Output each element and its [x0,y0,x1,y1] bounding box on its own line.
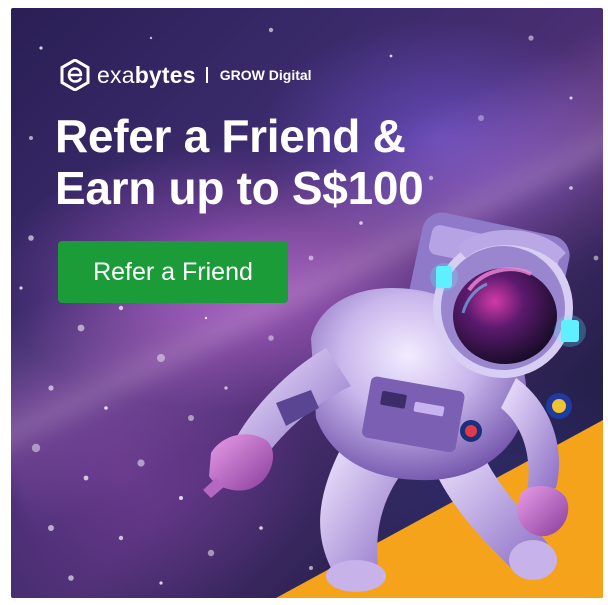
headline-line-2: Earn up to S$100 [55,162,424,214]
brand-divider [205,67,208,83]
exabytes-logo-icon [60,59,90,91]
brand-logo: exabytes GROW Digital [59,58,312,92]
headline-line-1: Refer a Friend & [55,110,406,162]
brand-name: exabytes [97,62,196,89]
brand-name-bold: bytes [134,61,196,88]
partner-label: GROW Digital [219,67,312,83]
ad-banner[interactable]: exabytes GROW Digital Refer a Friend & E… [11,8,603,598]
headline: Refer a Friend & Earn up to S$100 [55,110,575,214]
refer-a-friend-button[interactable]: Refer a Friend [58,241,288,303]
ad-frame: exabytes GROW Digital Refer a Friend & E… [0,0,608,605]
astronaut-illustration [203,212,586,592]
brand-name-light: exa [97,61,135,88]
